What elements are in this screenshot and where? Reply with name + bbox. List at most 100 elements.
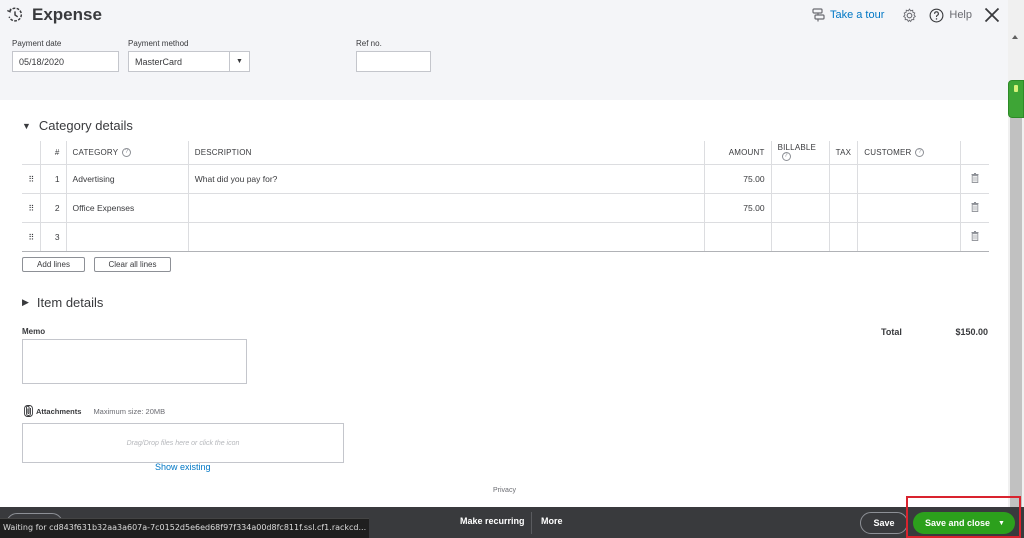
close-icon[interactable] bbox=[984, 7, 1000, 23]
save-button[interactable]: Save bbox=[860, 512, 908, 534]
total-label: Total bbox=[881, 327, 902, 337]
expense-page: Expense Take a tour Help Payment date 05… bbox=[0, 0, 1024, 538]
col-category: CATEGORY? bbox=[65, 141, 189, 165]
table-row[interactable]: ⠿ 1 Advertising What did you pay for? 75… bbox=[22, 164, 989, 194]
col-num: # bbox=[39, 141, 67, 165]
feedback-side-tab[interactable] bbox=[1008, 80, 1024, 118]
col-billable-label: BILLABLE bbox=[777, 143, 817, 153]
attachment-dropzone[interactable]: Drag/Drop files here or click the icon bbox=[22, 423, 344, 463]
take-tour-link[interactable]: Take a tour bbox=[812, 8, 884, 22]
footer-divider bbox=[531, 512, 532, 534]
scroll-up-arrow-icon[interactable] bbox=[1012, 35, 1018, 39]
privacy-link[interactable]: Privacy bbox=[493, 487, 516, 494]
row-number: 3 bbox=[39, 222, 67, 252]
title-wrap: Expense bbox=[6, 5, 102, 25]
ref-no-label: Ref no. bbox=[356, 39, 382, 48]
scrollbar[interactable] bbox=[1008, 0, 1024, 507]
signpost-icon bbox=[812, 8, 825, 22]
payment-date-label: Payment date bbox=[12, 39, 62, 48]
table-row[interactable]: ⠿ 3 bbox=[22, 222, 989, 252]
tax-cell[interactable] bbox=[828, 222, 858, 252]
header-area: Expense Take a tour Help Payment date 05… bbox=[0, 0, 1008, 100]
triangle-down-icon: ▼ bbox=[22, 120, 31, 131]
amount-cell[interactable]: 75.00 bbox=[704, 193, 772, 223]
total-value: $150.00 bbox=[955, 327, 988, 337]
col-category-label: CATEGORY bbox=[72, 147, 119, 157]
drag-handle-icon[interactable]: ⠿ bbox=[22, 222, 41, 252]
customer-cell[interactable] bbox=[857, 193, 961, 223]
attachments-header: Attachments Maximum size: 20MB bbox=[24, 405, 165, 417]
triangle-right-icon: ▶ bbox=[22, 297, 29, 307]
row-number: 2 bbox=[39, 193, 67, 223]
customer-cell[interactable] bbox=[857, 164, 961, 194]
delete-row-button[interactable] bbox=[960, 222, 989, 252]
save-and-close-button[interactable]: Save and close ▼ bbox=[913, 512, 1015, 534]
col-drag bbox=[22, 141, 41, 165]
description-cell[interactable] bbox=[187, 193, 705, 223]
trash-icon bbox=[971, 230, 979, 241]
drag-handle-icon[interactable]: ⠿ bbox=[22, 193, 41, 223]
payment-date-input[interactable]: 05/18/2020 bbox=[12, 51, 119, 72]
billable-cell[interactable] bbox=[770, 193, 830, 223]
page-title: Expense bbox=[32, 5, 102, 24]
billable-cell[interactable] bbox=[770, 164, 830, 194]
save-and-close-label: Save and close bbox=[925, 518, 991, 528]
delete-row-button[interactable] bbox=[960, 193, 989, 223]
help-circle-icon bbox=[929, 8, 944, 22]
amount-cell[interactable] bbox=[704, 222, 772, 252]
item-details-toggle[interactable]: ▶ Item details bbox=[22, 295, 103, 310]
col-description: DESCRIPTION bbox=[187, 141, 705, 165]
category-cell[interactable]: Office Expenses bbox=[65, 193, 189, 223]
category-cell[interactable] bbox=[65, 222, 189, 252]
attachments-label: Attachments bbox=[36, 406, 82, 416]
col-tax: TAX bbox=[828, 141, 858, 165]
help-button[interactable]: Help bbox=[929, 8, 972, 23]
gear-icon[interactable] bbox=[902, 7, 917, 23]
paperclip-icon[interactable] bbox=[24, 405, 33, 417]
payment-method-label: Payment method bbox=[128, 39, 189, 48]
payment-method-select[interactable]: MasterCard ▼ bbox=[128, 51, 250, 72]
header-actions: Take a tour Help bbox=[812, 5, 1000, 25]
browser-status-bar: Waiting for cd843f631b32aa3a607a-7c0152d… bbox=[0, 518, 370, 538]
lightbulb-icon bbox=[1014, 85, 1018, 92]
chevron-down-icon[interactable]: ▼ bbox=[229, 52, 249, 71]
help-circle-icon[interactable]: ? bbox=[781, 152, 791, 162]
make-recurring-button[interactable]: Make recurring bbox=[460, 516, 525, 526]
category-cell[interactable]: Advertising bbox=[65, 164, 189, 194]
chevron-down-icon[interactable]: ▼ bbox=[998, 520, 1005, 527]
help-circle-icon[interactable]: ? bbox=[915, 147, 925, 157]
description-cell[interactable] bbox=[187, 222, 705, 252]
table-header-row: # CATEGORY? DESCRIPTION AMOUNT BILLABLE?… bbox=[22, 141, 989, 165]
trash-icon bbox=[971, 201, 979, 212]
col-billable: BILLABLE? bbox=[770, 141, 830, 165]
memo-label: Memo bbox=[22, 327, 46, 336]
category-table: # CATEGORY? DESCRIPTION AMOUNT BILLABLE?… bbox=[22, 141, 989, 252]
tax-cell[interactable] bbox=[828, 193, 858, 223]
customer-cell[interactable] bbox=[857, 222, 961, 252]
drag-handle-icon[interactable]: ⠿ bbox=[22, 164, 41, 194]
billable-cell[interactable] bbox=[770, 222, 830, 252]
help-circle-icon[interactable]: ? bbox=[122, 147, 132, 157]
clear-all-lines-button[interactable]: Clear all lines bbox=[94, 257, 171, 272]
tax-cell[interactable] bbox=[828, 164, 858, 194]
row-number: 1 bbox=[39, 164, 67, 194]
delete-row-button[interactable] bbox=[960, 164, 989, 194]
payment-method-value: MasterCard bbox=[135, 57, 183, 67]
memo-textarea[interactable] bbox=[22, 339, 247, 384]
more-button[interactable]: More bbox=[541, 516, 563, 526]
item-details-title: Item details bbox=[36, 295, 104, 310]
col-customer: CUSTOMER? bbox=[857, 141, 961, 165]
category-details-title: Category details bbox=[38, 118, 133, 133]
table-row[interactable]: ⠿ 2 Office Expenses 75.00 bbox=[22, 193, 989, 223]
help-label: Help bbox=[949, 9, 972, 21]
add-lines-button[interactable]: Add lines bbox=[22, 257, 85, 272]
scrollbar-thumb[interactable] bbox=[1010, 118, 1022, 507]
amount-cell[interactable]: 75.00 bbox=[704, 164, 772, 194]
description-cell[interactable]: What did you pay for? bbox=[187, 164, 705, 194]
attachments-max-size: Maximum size: 20MB bbox=[93, 406, 166, 416]
history-icon bbox=[7, 7, 23, 22]
category-details-toggle[interactable]: ▼ Category details bbox=[22, 118, 133, 133]
trash-icon bbox=[971, 172, 979, 183]
show-existing-link[interactable]: Show existing bbox=[155, 462, 211, 472]
ref-no-input[interactable] bbox=[356, 51, 431, 72]
